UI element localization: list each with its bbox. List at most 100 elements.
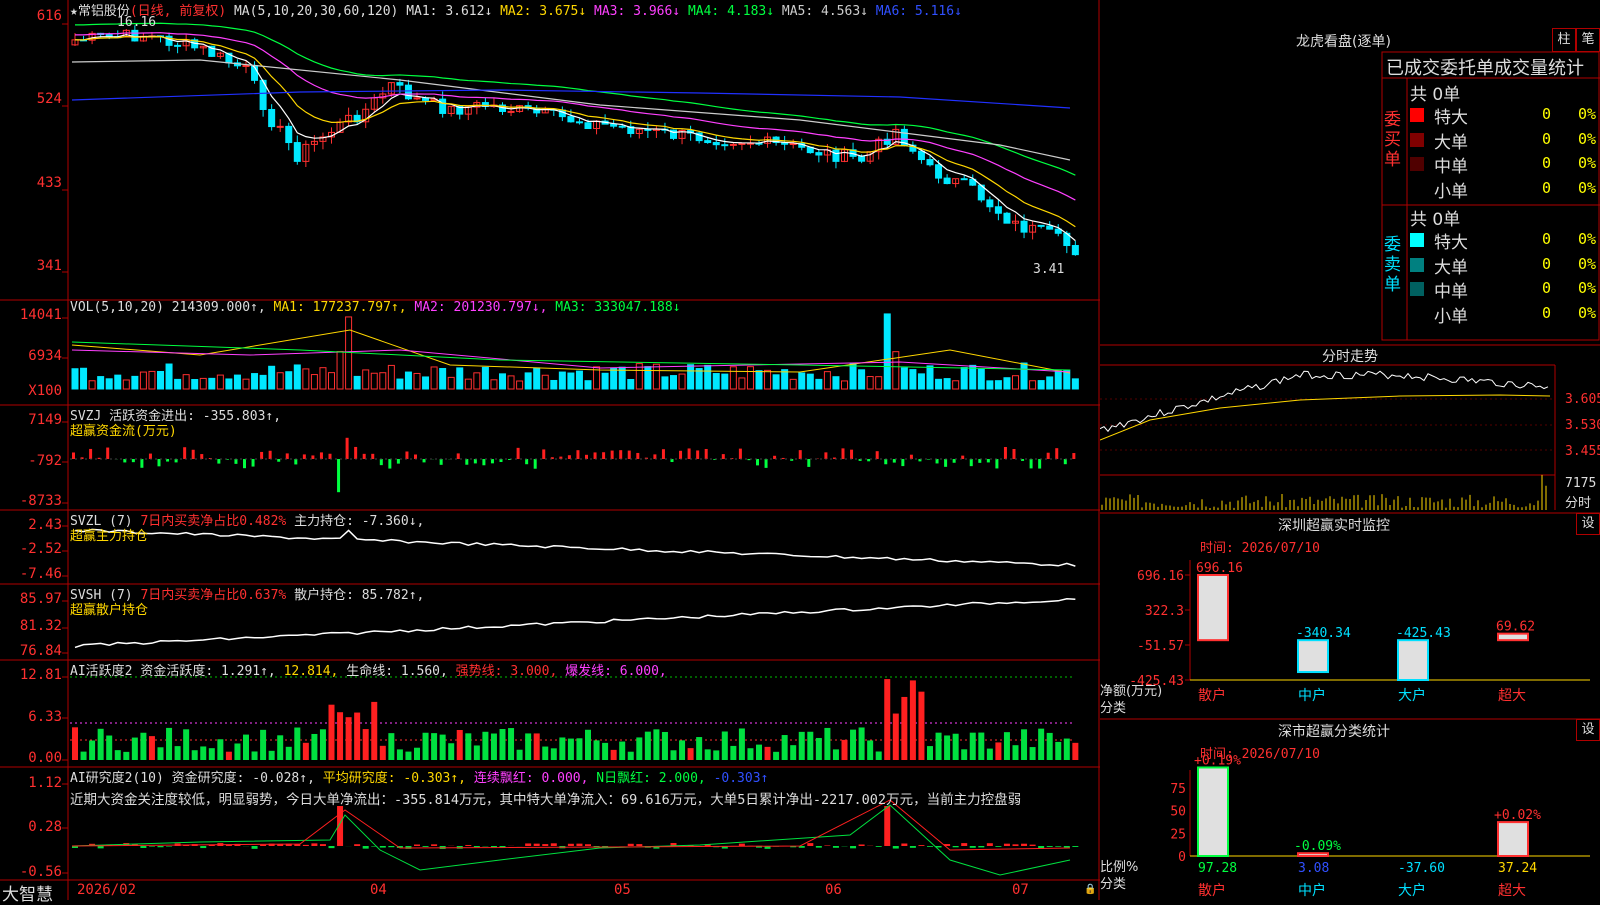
activity-bar xyxy=(106,736,112,760)
main-chart-svg xyxy=(0,0,1100,900)
volume-bar xyxy=(833,377,839,389)
activity-bar xyxy=(269,751,275,760)
fundflow-bar xyxy=(277,459,280,462)
class-category-label: 中户 xyxy=(1298,882,1326,899)
research-bar xyxy=(525,843,531,846)
fundflow-bar xyxy=(893,459,896,463)
volume-bar xyxy=(756,371,762,389)
activity-bar xyxy=(200,746,206,760)
month-label-2: 04 xyxy=(370,882,387,898)
fundflow-bar xyxy=(619,450,622,459)
candle-body xyxy=(568,117,574,122)
ai2-t4: N日飘红: 2.000, xyxy=(596,771,705,786)
class-category-label: 大户 xyxy=(1398,882,1426,899)
volume-bar xyxy=(269,366,275,389)
vol-ma1-line xyxy=(72,330,1070,373)
fundflow-bar xyxy=(423,459,426,462)
research-bar xyxy=(953,846,959,847)
candle-body xyxy=(175,45,181,46)
volume-bar xyxy=(653,364,659,389)
volume-bar xyxy=(765,370,771,389)
research-bar xyxy=(303,845,309,846)
volume-bar xyxy=(850,363,856,389)
volume-bar xyxy=(713,374,719,389)
fundflow-bar xyxy=(286,453,289,459)
volume-bar xyxy=(705,365,711,389)
volume-bar xyxy=(1013,376,1019,389)
intraday-avg-line xyxy=(1100,395,1550,440)
volume-bar xyxy=(132,376,138,389)
volume-bar xyxy=(380,373,386,389)
candle-body xyxy=(286,126,292,142)
fundflow-bar xyxy=(388,459,391,469)
activity-bar xyxy=(234,743,240,760)
activity-bar xyxy=(688,748,694,760)
volume-bar xyxy=(867,377,873,389)
activity-bar xyxy=(329,705,335,760)
price-axis-4: 341 xyxy=(0,258,62,274)
star-icon[interactable]: ★ xyxy=(70,4,78,19)
activity-bar xyxy=(1055,742,1061,760)
ma6-line xyxy=(72,90,1070,108)
volume-bar xyxy=(602,373,608,389)
research-bar xyxy=(833,846,839,848)
volume-bar xyxy=(337,351,343,389)
candle-body xyxy=(414,98,420,99)
volume-bar xyxy=(961,368,967,389)
class-axis-label: 75 xyxy=(1170,782,1186,797)
vol-ma2: MA2: 201230.797↓, xyxy=(414,300,547,315)
volume-bar xyxy=(457,368,463,389)
ma3-value: MA3: 3.966↓ xyxy=(594,4,680,19)
activity-bar xyxy=(354,713,360,760)
activity-bar xyxy=(542,747,548,760)
volume-bar xyxy=(200,378,206,389)
ai2-legend: AI研究度2(10) 资金研究度: -0.028↑, 平均研究度: -0.303… xyxy=(70,767,768,786)
volume-bar xyxy=(277,373,283,389)
fundflow-bar xyxy=(123,459,126,462)
volume-bar xyxy=(1047,377,1053,389)
research-bar xyxy=(1013,844,1019,846)
activity-bar xyxy=(1013,745,1019,760)
candle-body xyxy=(944,178,950,183)
activity-bar xyxy=(611,750,617,760)
monitor-category-label: 超大 xyxy=(1498,688,1526,704)
lock-icon[interactable]: 🔒 xyxy=(1084,884,1096,895)
fundflow-bar xyxy=(824,452,827,459)
activity-bar xyxy=(995,742,1001,760)
fundflow-bar xyxy=(1004,447,1007,459)
activity-bar xyxy=(730,746,736,760)
ai2-t5: -0.303↑ xyxy=(714,771,769,786)
activity-bar xyxy=(525,733,531,760)
activity-bar xyxy=(551,748,557,760)
fundflow-bar xyxy=(534,459,537,469)
class-category-label: 散户 xyxy=(1198,882,1226,899)
research-bar xyxy=(636,844,642,846)
activity-bar xyxy=(192,750,198,760)
svzj-axis-3: -8733 xyxy=(0,493,62,509)
fundflow-bar xyxy=(491,459,494,463)
activity-bar xyxy=(739,728,745,760)
research-bar xyxy=(260,845,266,846)
fundflow-bar xyxy=(1013,449,1016,459)
fundflow-bar xyxy=(867,459,870,461)
research-bar xyxy=(542,844,548,846)
fundflow-bar xyxy=(252,459,255,467)
ma1-line xyxy=(75,35,1075,241)
research-bar xyxy=(576,844,582,846)
volume-bar xyxy=(149,371,155,389)
activity-bar xyxy=(645,732,651,760)
ai2-axis-2: 0.28 xyxy=(0,819,62,835)
fundflow-bar xyxy=(474,459,477,463)
research-bar xyxy=(423,846,429,847)
activity-bar xyxy=(132,738,138,760)
volume-bar xyxy=(388,365,394,389)
volume-bar xyxy=(1030,381,1036,389)
research-bar xyxy=(98,846,104,848)
volume-bar xyxy=(953,381,959,389)
candle-body xyxy=(1047,226,1053,229)
research-bar xyxy=(807,843,813,846)
main-chart-area[interactable]: ★常铝股份(日线, 前复权) MA(5,10,20,30,60,120) MA1… xyxy=(0,0,1100,900)
volume-bar xyxy=(440,369,446,389)
research-bar xyxy=(628,844,634,846)
activity-bar xyxy=(842,740,848,760)
